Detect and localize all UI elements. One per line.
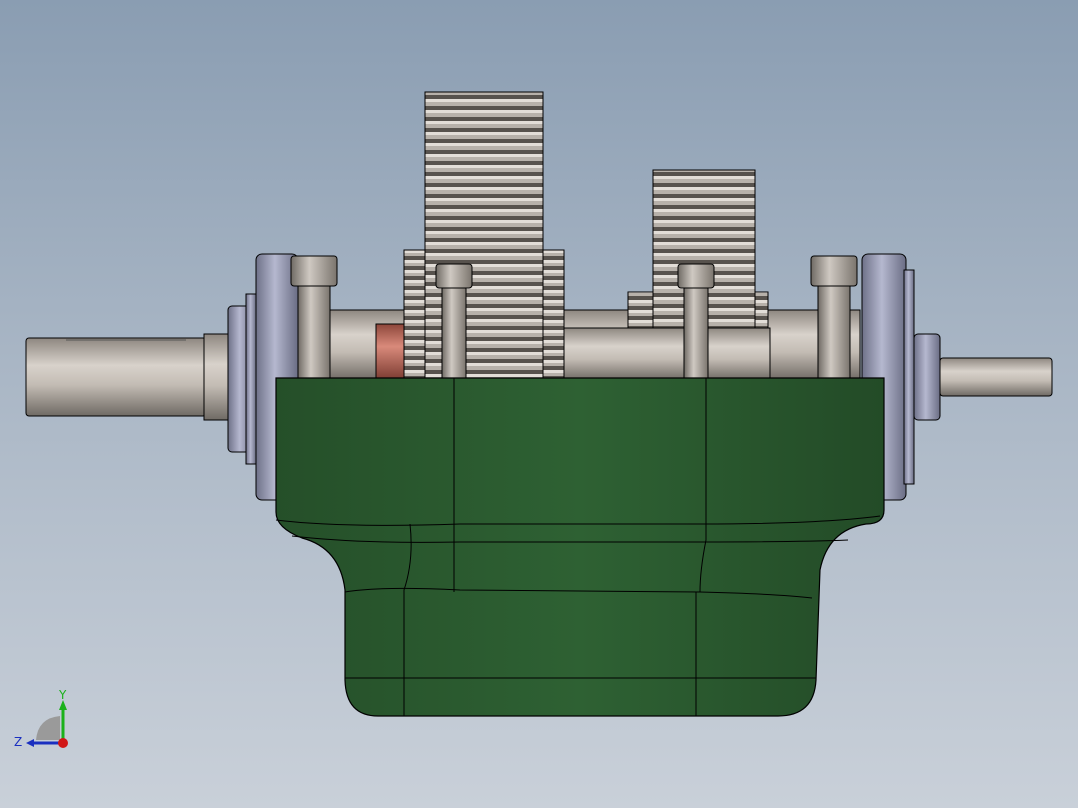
large-gear[interactable] <box>403 91 565 379</box>
cad-model-view[interactable]: Y Z <box>0 0 1078 808</box>
gear-housing[interactable] <box>275 377 885 717</box>
graphics-viewport[interactable]: Y Z <box>0 0 1078 808</box>
right-shaft[interactable] <box>939 357 1053 397</box>
bolt-left-outer[interactable] <box>290 255 338 381</box>
view-triad[interactable]: Y Z <box>14 688 68 749</box>
triad-z-arrow <box>26 739 34 747</box>
triad-y-label: Y <box>58 688 67 702</box>
triad-z-label: Z <box>14 735 22 749</box>
left-shaft[interactable] <box>25 333 235 421</box>
triad-rotation-arc <box>36 716 60 740</box>
triad-origin <box>58 738 68 748</box>
bolt-right-outer[interactable] <box>810 255 858 381</box>
